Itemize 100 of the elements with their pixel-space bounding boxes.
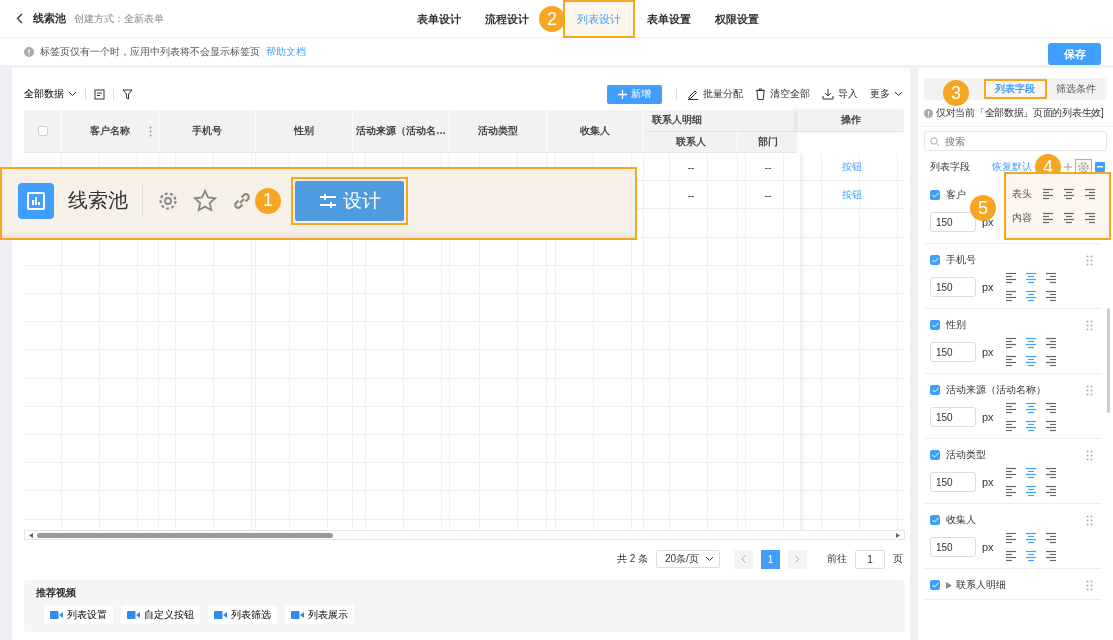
align-center-icon[interactable] [1062, 212, 1076, 224]
scope-note: 仅对当前「全部数据」页面的列表生效] [936, 106, 1104, 120]
align-left-icon[interactable] [1003, 337, 1018, 349]
column-header: 性别 [256, 110, 353, 153]
toolbar-button[interactable]: 更多 [868, 87, 905, 101]
pencil-icon [687, 88, 699, 100]
field-checkbox[interactable] [930, 320, 940, 330]
tab[interactable]: 表单设计 [405, 0, 473, 38]
field-checkbox[interactable] [930, 580, 940, 590]
align-right-icon[interactable] [1043, 485, 1058, 497]
field-name: 活动类型 [946, 448, 986, 462]
page-suffix: 页 [893, 552, 903, 566]
field-checkbox[interactable] [930, 515, 940, 525]
align-center-icon[interactable] [1023, 402, 1038, 414]
align-left-icon[interactable] [1003, 272, 1018, 284]
align-left-icon[interactable] [1041, 212, 1055, 224]
select-all-checkbox[interactable] [37, 126, 48, 136]
column-header: 收集人 [547, 110, 644, 153]
align-center-icon[interactable] [1023, 532, 1038, 544]
drag-handle-icon[interactable] [1086, 254, 1093, 266]
align-left-icon[interactable] [1003, 402, 1018, 414]
align-left-icon[interactable] [1041, 188, 1055, 200]
width-input[interactable]: 150 [930, 472, 976, 492]
align-left-icon[interactable] [1003, 355, 1018, 367]
align-right-icon[interactable] [1043, 337, 1058, 349]
creation-method: 创建方式：全新表单 [74, 11, 164, 26]
width-input[interactable]: 150 [930, 342, 976, 362]
drag-handle-icon[interactable] [1086, 579, 1093, 591]
align-center-icon[interactable] [1023, 467, 1038, 479]
page-input[interactable]: 1 [855, 549, 885, 569]
table-cell: -- [687, 161, 695, 173]
collapse-icon[interactable] [1095, 162, 1105, 172]
filter-icon[interactable] [122, 88, 133, 100]
align-right-icon[interactable] [1083, 188, 1097, 200]
column-header: 操作 [798, 110, 905, 132]
align-right-icon[interactable] [1043, 532, 1058, 544]
align-right-icon[interactable] [1043, 550, 1058, 562]
field-checkbox[interactable] [930, 450, 940, 460]
drag-handle-icon[interactable] [1086, 384, 1093, 396]
tab[interactable]: 权限设置 [703, 0, 771, 38]
align-left-icon[interactable] [1003, 485, 1018, 497]
back-icon[interactable] [16, 13, 23, 24]
chevron-left-icon [741, 555, 746, 563]
align-center-icon[interactable] [1023, 550, 1038, 562]
tab[interactable]: 表单设置 [635, 0, 703, 38]
field-checkbox[interactable] [930, 255, 940, 265]
column-header: 活动类型 [450, 110, 547, 153]
align-center-icon[interactable] [1023, 355, 1038, 367]
field-checkbox[interactable] [930, 385, 940, 395]
drag-handle-icon[interactable] [1086, 319, 1093, 331]
align-right-icon[interactable] [1043, 272, 1058, 284]
align-left-icon[interactable] [1003, 420, 1018, 432]
align-left-icon[interactable] [1003, 290, 1018, 302]
align-center-icon[interactable] [1062, 188, 1076, 200]
popup-label: 内容 [1012, 211, 1033, 225]
width-input[interactable]: 150 [930, 407, 976, 427]
kebab-icon[interactable] [149, 125, 152, 137]
align-right-icon[interactable] [1083, 212, 1097, 224]
video-link[interactable]: 自定义按钮 [121, 605, 200, 624]
align-center-icon[interactable] [1023, 272, 1038, 284]
scroll-left-icon[interactable] [29, 532, 33, 538]
toolbar-button[interactable]: 批量分配 [685, 87, 745, 101]
align-right-icon[interactable] [1043, 402, 1058, 414]
align-center-icon[interactable] [1023, 485, 1038, 497]
toolbar-button[interactable]: 导入 [820, 87, 860, 101]
scroll-right-icon[interactable] [896, 532, 900, 538]
width-input[interactable]: 150 [930, 537, 976, 557]
drag-handle-icon[interactable] [1086, 514, 1093, 526]
align-right-icon[interactable] [1043, 290, 1058, 302]
chart-app-icon [18, 182, 54, 219]
chevron-down-icon [894, 91, 903, 97]
settings-icon[interactable] [157, 189, 179, 212]
video-link[interactable]: 列表筛选 [208, 605, 277, 624]
align-right-icon[interactable] [1043, 355, 1058, 367]
page-size-select[interactable]: 20条/页 [656, 550, 720, 568]
align-right-icon[interactable] [1043, 420, 1058, 432]
horizontal-scrollbar[interactable] [24, 530, 905, 540]
tab[interactable]: 流程设计 [473, 0, 541, 38]
align-center-icon[interactable] [1023, 337, 1038, 349]
field-checkbox[interactable] [930, 190, 940, 200]
drag-handle-icon[interactable] [1086, 449, 1093, 461]
plus-icon[interactable] [1064, 163, 1072, 171]
align-left-icon[interactable] [1003, 467, 1018, 479]
align-left-icon[interactable] [1003, 532, 1018, 544]
align-center-icon[interactable] [1023, 420, 1038, 432]
toolbar-button[interactable]: 清空全部 [753, 87, 812, 101]
view-dropdown[interactable]: 全部数据 [24, 87, 77, 101]
unit-label: px [982, 346, 994, 358]
caret-icon[interactable] [946, 581, 952, 589]
align-right-icon[interactable] [1043, 467, 1058, 479]
star-icon[interactable] [193, 188, 217, 213]
video-link[interactable]: 列表设置 [44, 605, 113, 624]
step-number-badge: 3 [943, 80, 969, 106]
segment-tab[interactable]: 筛选条件 [1046, 79, 1105, 99]
search-field[interactable]: 搜索 [924, 131, 1107, 151]
chevron-down-icon [68, 91, 77, 97]
video-link[interactable]: 列表展示 [285, 605, 354, 624]
align-left-icon[interactable] [1003, 550, 1018, 562]
width-input[interactable]: 150 [930, 277, 976, 297]
align-center-icon[interactable] [1023, 290, 1038, 302]
